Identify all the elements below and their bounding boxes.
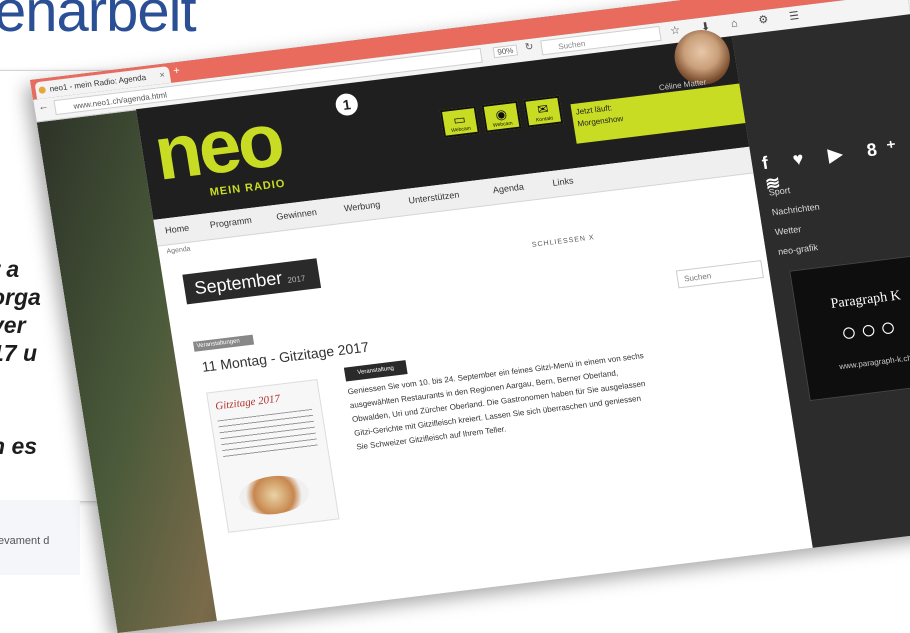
camera-icon[interactable]: ◉ Webcam: [481, 100, 522, 133]
doc-line: 17 u: [0, 340, 38, 366]
slide-footer-text: evament d: [0, 535, 50, 547]
website-page: neo 1 MEIN RADIO ▭ Webcam ◉ Webcam ✉ Kon…: [135, 26, 814, 623]
food-image: [236, 472, 312, 519]
zoom-level[interactable]: 90%: [492, 44, 519, 59]
month-label: September: [193, 267, 284, 299]
nav-item-gewinnen[interactable]: Gewinnen: [276, 207, 318, 222]
webcam-icon[interactable]: ▭ Webcam: [439, 105, 480, 138]
month-header: September 2017: [182, 258, 322, 305]
ad-url: www.paragraph-k.ch: [838, 353, 910, 372]
breadcrumb[interactable]: Agenda: [166, 246, 191, 256]
new-tab-icon[interactable]: +: [172, 65, 180, 78]
sidebar-link-sport[interactable]: Sport: [768, 185, 791, 198]
paragraph-k-ad[interactable]: Paragraph K ○○○ www.paragraph-k.ch: [789, 253, 910, 402]
close-link[interactable]: SCHLIESSEN X: [532, 234, 596, 249]
sidebar-link-grafik[interactable]: neo-grafik: [777, 242, 818, 257]
nav-item-programm[interactable]: Programm: [209, 215, 252, 230]
nav-item-home[interactable]: Home: [164, 223, 189, 236]
nav-item-agenda[interactable]: Agenda: [492, 182, 524, 196]
doc-line: orga: [0, 284, 41, 310]
nav-item-werbung[interactable]: Werbung: [343, 199, 381, 213]
month-year: 2017: [286, 273, 306, 285]
nav-item-unterstuetzen[interactable]: Unterstützen: [408, 190, 460, 206]
sidebar-link-nachrichten[interactable]: Nachrichten: [771, 202, 820, 218]
sidebar-link-wetter[interactable]: Wetter: [774, 224, 802, 237]
event-thumbnail[interactable]: Gitzitage 2017: [206, 379, 340, 533]
doc-line: n es: [0, 433, 38, 459]
logo-superscript: 1: [334, 92, 360, 117]
slide-title: enarbeit: [0, 0, 197, 44]
now-playing-label: Jetzt läuft:: [575, 103, 613, 117]
nav-item-links[interactable]: Links: [552, 175, 574, 187]
close-icon[interactable]: ×: [158, 67, 166, 84]
doc-line: r a: [0, 256, 20, 282]
now-playing-show: Morgenshow: [576, 113, 624, 129]
thumbnail-text-lines: [217, 408, 319, 460]
now-playing-box[interactable]: Jetzt läuft: Morgenshow: [570, 83, 746, 144]
site-search-input[interactable]: Suchen: [675, 260, 764, 289]
thumbnail-title: Gitzitage 2017: [214, 392, 281, 413]
tilted-browser-screenshot: neo1 - mein Radio: Agenda × + ← www.neo1…: [30, 0, 910, 633]
doc-line: ver: [0, 312, 26, 338]
reload-icon[interactable]: ↻: [524, 41, 534, 53]
mail-icon[interactable]: ✉ Kontakt: [523, 95, 564, 128]
category-tag[interactable]: Veranstaltungen: [192, 334, 255, 352]
favicon-icon: [38, 86, 47, 94]
back-arrow-icon[interactable]: ←: [38, 101, 50, 113]
